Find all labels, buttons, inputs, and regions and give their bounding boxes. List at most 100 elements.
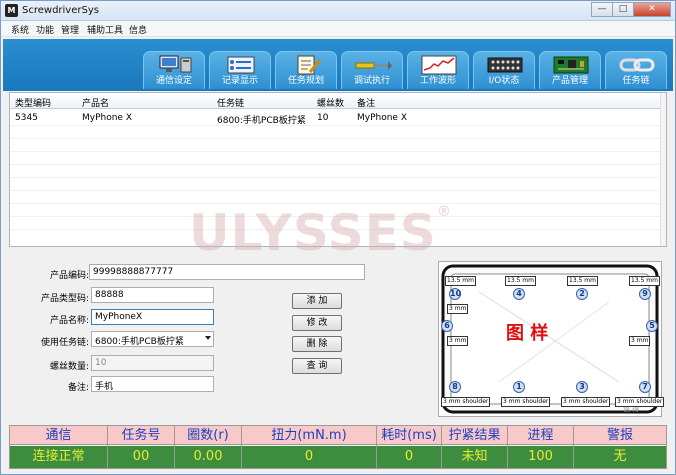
status-col-task-number: 任务号 00 [108,426,175,468]
query-button[interactable]: 查 询 [292,358,342,374]
status-panel: 通信 连接正常 任务号 00 圈数(r) 0.00 扭力(mN.m) 0 耗时(… [9,425,667,469]
tab-label: 记录显示 [221,76,258,86]
status-value: 00 [108,446,174,468]
column-header-screw-count[interactable]: 螺丝数 [317,96,344,109]
tab-task-chain[interactable]: 任务链 [605,51,667,89]
edit-button[interactable]: 修 改 [292,315,342,331]
tab-io-status[interactable]: I/O状态 [473,51,535,89]
table-cell[interactable]: 10 [317,113,328,123]
chain-link-icon [616,55,658,75]
screw-size-label: 13.5 mm [505,276,536,286]
status-value: 0.00 [175,446,241,468]
product-code-input[interactable]: 99998888877777 [89,264,365,280]
row-divider [10,177,666,178]
menu-system[interactable]: 系统 [11,23,29,36]
tab-records[interactable]: 记录显示 [209,51,271,89]
column-header-product-name[interactable]: 产品名 [82,96,109,109]
screw-marker-icon: 6 [441,320,453,332]
tab-communication[interactable]: 通信设定 [143,51,205,89]
tab-label: 工作波形 [419,76,456,86]
delete-button[interactable]: 删 除 [292,336,342,352]
status-header: 进程 [508,426,573,445]
screw-marker-icon: 4 [513,288,525,300]
screw-size-label: 3 mm shoulder [501,397,551,407]
io-panel-icon [484,55,526,75]
list-record-icon [220,55,262,75]
tab-product-manage[interactable]: 产品管理 [539,51,601,89]
remark-input[interactable]: 手机 [91,376,214,392]
diagram-caption: 图 样 [506,323,549,344]
title-bar[interactable]: M ScrewdriverSys — □ ✕ [1,1,675,21]
screw-size-label: 3 mm [629,336,651,346]
screw-marker-icon: 2 [576,288,588,300]
menu-bar: 系统 功能 管理 辅助工具 信息 [1,21,675,37]
status-header: 警报 [574,426,666,445]
menu-manage[interactable]: 管理 [61,23,79,36]
status-value: 无 [574,446,666,468]
row-divider [10,216,666,217]
column-header-remark[interactable]: 备注 [357,96,375,109]
status-col-turns: 圈数(r) 0.00 [175,426,242,468]
screw-size-label: 3 mm [447,336,469,346]
product-code-label: 产品编码: [49,271,89,281]
task-chain-label: 使用任务链: [40,338,89,348]
status-header: 耗时(ms) [377,426,441,445]
product-diagram: 图 样 值 得 10 3 mm 4 13.5 mm 2 13.5 mm 9 13.5 mm 6 3… [438,261,665,417]
screw-size-label: 13.5 mm [567,276,598,286]
table-cell[interactable]: MyPhone X [357,113,407,123]
product-table[interactable]: 类型编码 产品名 任务链 螺丝数 备注 5345 MyPhone X 6800:… [9,92,667,247]
chevron-down-icon [205,336,211,340]
column-header-task-chain[interactable]: 任务链 [217,96,244,109]
screw-marker-icon: 3 [576,381,588,393]
menu-tools[interactable]: 辅助工具 [87,23,123,36]
toolbar-ribbon: 通信设定 记录显示 任务规划 调试执行 工作波形 I/O状态 产品管理 任务链 [3,39,673,91]
remark-label: 备注: [67,383,89,393]
tab-label: 调试执行 [353,76,390,86]
status-header: 圈数(r) [175,426,241,445]
menu-function[interactable]: 功能 [36,23,54,36]
status-header: 扭力(mN.m) [242,426,376,445]
pcb-board-icon [550,55,592,75]
maximize-button[interactable]: □ [612,2,634,17]
menu-info[interactable]: 信息 [129,23,147,36]
tab-task-plan[interactable]: 任务规划 [275,51,337,89]
status-col-duration: 耗时(ms) 0 [377,426,442,468]
product-name-label: 产品名称: [49,316,89,326]
minimize-button[interactable]: — [591,2,613,17]
status-col-progress: 进程 100 [508,426,574,468]
status-col-communication: 通信 连接正常 [10,426,108,468]
status-col-result: 拧紧结果 未知 [442,426,508,468]
tab-label: 任务规划 [287,76,324,86]
window-title: ScrewdriverSys [22,5,99,16]
tab-label: 通信设定 [155,76,192,86]
tab-waveform[interactable]: 工作波形 [407,51,469,89]
screw-size-label: 3 mm shoulder [561,397,611,407]
screw-marker-icon: 10 [449,288,462,300]
tab-label: 任务链 [622,76,650,86]
row-divider [10,229,666,230]
table-cell[interactable]: 5345 [15,113,38,123]
status-value: 连接正常 [10,446,107,468]
add-button[interactable]: 添 加 [292,293,342,309]
status-col-torque: 扭力(mN.m) 0 [242,426,377,468]
screw-count-label: 螺丝数量: [49,362,89,372]
waveform-chart-icon [418,55,460,75]
tab-label: I/O状态 [488,76,520,86]
row-divider [10,203,666,204]
status-col-alarm: 警报 无 [574,426,666,468]
table-scrollbar[interactable] [660,93,666,246]
row-divider [10,164,666,165]
screw-count-input: 10 [91,355,214,371]
tab-debug[interactable]: 调试执行 [341,51,403,89]
product-name-input[interactable]: MyPhoneX [91,309,214,325]
type-code-label: 产品类型码: [40,294,89,304]
close-button[interactable]: ✕ [633,2,671,17]
column-header-type-code[interactable]: 类型编码 [15,96,51,109]
screw-marker-icon: 7 [639,381,651,393]
task-chain-selected: 6800:手机PCB板拧紧 [95,337,184,347]
tab-label: 产品管理 [551,76,588,86]
screw-marker-icon: 5 [646,320,658,332]
task-chain-select[interactable]: 6800:手机PCB板拧紧 [91,331,214,347]
type-code-input[interactable]: 88888 [91,287,214,303]
table-cell[interactable]: MyPhone X [82,113,132,123]
